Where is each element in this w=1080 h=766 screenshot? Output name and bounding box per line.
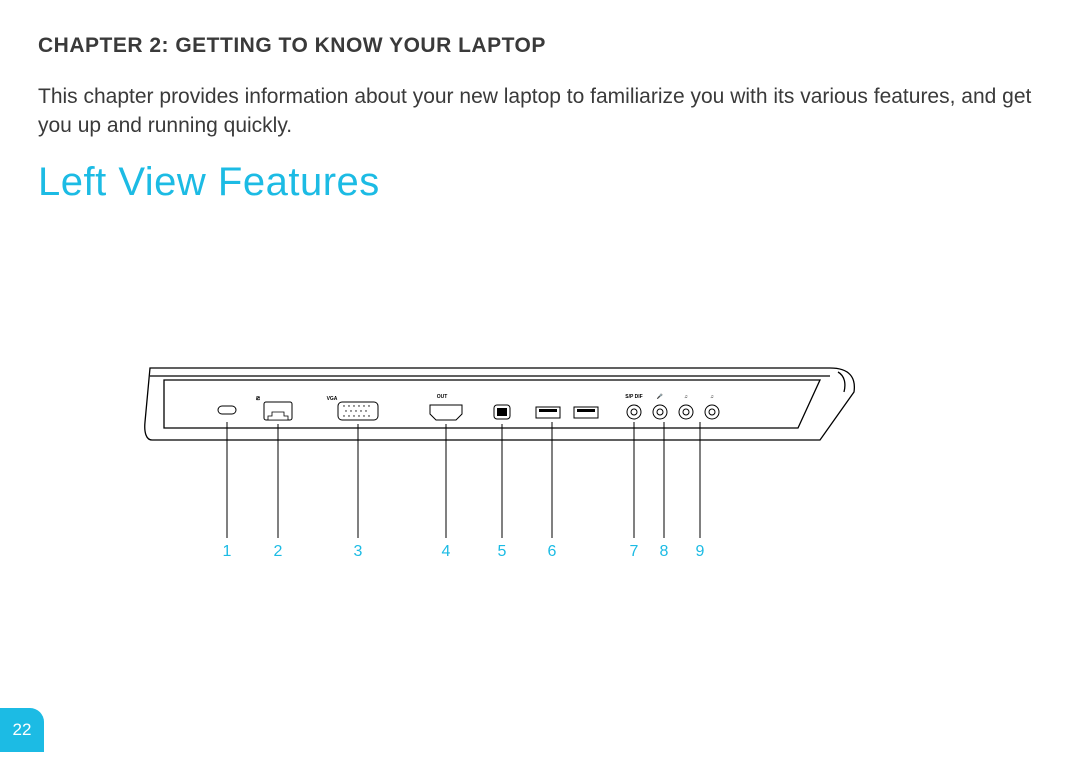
callout-3: 3	[354, 543, 363, 560]
section-title: Left View Features	[38, 160, 380, 205]
port-mini-displayport	[494, 405, 510, 419]
callout-1: 1	[223, 543, 232, 560]
callout-9: 9	[696, 543, 705, 560]
svg-text:♫: ♫	[710, 394, 714, 400]
laptop-left-view-svg: ⎚ VGA OUT	[140, 350, 860, 560]
svg-text:♫: ♫	[684, 394, 688, 400]
port-security-lock	[218, 406, 236, 414]
page: CHAPTER 2: GETTING TO KNOW YOUR LAPTOP T…	[0, 0, 1080, 766]
callout-2: 2	[274, 543, 283, 560]
port-usb-1	[536, 407, 560, 418]
left-view-diagram: ⎚ VGA OUT	[140, 350, 860, 560]
spdif-label: S/P DIF	[625, 394, 642, 400]
intro-paragraph: This chapter provides information about …	[38, 82, 1038, 141]
chapter-header: CHAPTER 2: GETTING TO KNOW YOUR LAPTOP	[38, 34, 546, 58]
hdmi-out-label: OUT	[437, 394, 448, 400]
callout-6: 6	[548, 543, 557, 560]
callout-8: 8	[660, 543, 669, 560]
callout-5: 5	[498, 543, 507, 560]
page-number: 22	[13, 720, 32, 740]
callout-7: 7	[630, 543, 639, 560]
vga-label: VGA	[327, 396, 338, 402]
page-number-tab: 22	[0, 708, 44, 752]
callout-4: 4	[442, 543, 451, 560]
port-usb-2	[574, 407, 598, 418]
svg-text:🎤: 🎤	[657, 393, 664, 400]
